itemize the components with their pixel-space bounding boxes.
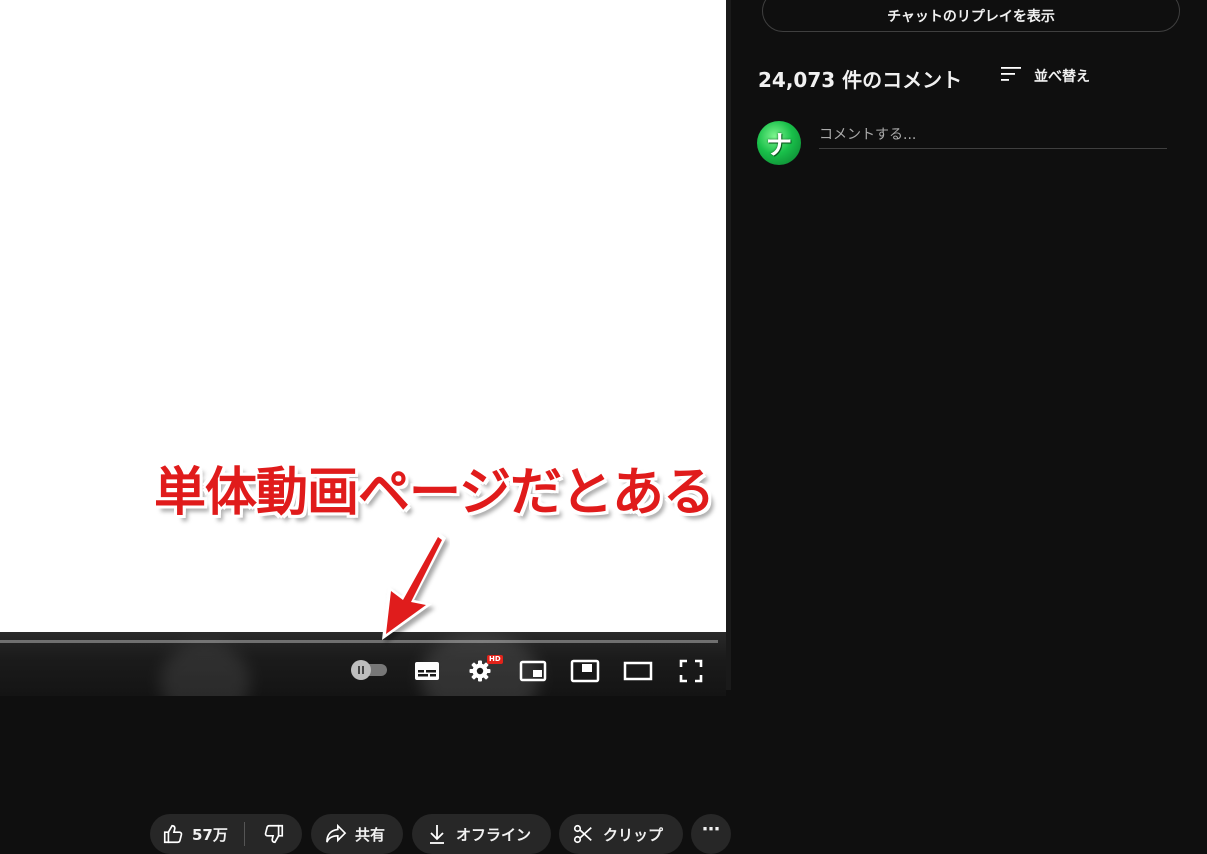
- miniplayer-icon: [519, 660, 547, 682]
- autoplay-toggle[interactable]: [351, 660, 387, 680]
- sort-button[interactable]: 並べ替え: [1000, 64, 1090, 88]
- avatar[interactable]: ナ: [757, 121, 801, 165]
- annotation-text: 単体動画ページだとある: [154, 463, 715, 523]
- pip-icon: [570, 659, 600, 683]
- sort-label: 並べ替え: [1034, 69, 1090, 85]
- share-button[interactable]: 共有: [311, 814, 403, 854]
- chat-replay-button[interactable]: チャットのリプレイを表示: [762, 0, 1180, 32]
- clip-button[interactable]: クリップ: [559, 814, 683, 854]
- miniplayer-button[interactable]: [516, 656, 550, 686]
- like-dislike-group: 57万: [150, 814, 302, 854]
- theater-mode-icon: [623, 661, 653, 681]
- column-divider: [726, 0, 731, 690]
- comment-input[interactable]: コメントする...: [819, 120, 1167, 149]
- like-button[interactable]: 57万: [150, 814, 244, 854]
- dislike-button[interactable]: [245, 814, 302, 854]
- video-frame[interactable]: [0, 0, 726, 632]
- offline-label: オフライン: [456, 825, 532, 844]
- more-actions-button[interactable]: ⋯: [691, 814, 731, 854]
- sort-icon: [1000, 65, 1022, 87]
- share-label: 共有: [355, 825, 386, 844]
- comments-count: 24,073 件のコメント: [758, 68, 963, 92]
- theater-mode-button[interactable]: [621, 656, 655, 686]
- pause-icon: [351, 660, 371, 680]
- download-icon: [428, 824, 446, 844]
- like-count: 57万: [192, 825, 228, 844]
- hd-badge: HD: [487, 655, 503, 664]
- pip-button[interactable]: [568, 656, 602, 686]
- more-icon: ⋯: [702, 818, 720, 840]
- annotation-arrow-icon: [382, 532, 446, 640]
- fullscreen-button[interactable]: [674, 656, 708, 686]
- offline-button[interactable]: オフライン: [412, 814, 551, 854]
- progress-bar[interactable]: [0, 640, 718, 643]
- subtitles-icon: [414, 661, 440, 681]
- player-controls-bar: [0, 632, 726, 696]
- fullscreen-icon: [679, 659, 703, 683]
- thumbs-up-icon: [162, 823, 184, 845]
- scissors-icon: [572, 823, 594, 845]
- share-icon: [325, 824, 347, 844]
- thumbs-down-icon: [263, 823, 285, 845]
- subtitles-button[interactable]: [410, 656, 444, 686]
- clip-label: クリップ: [603, 825, 664, 844]
